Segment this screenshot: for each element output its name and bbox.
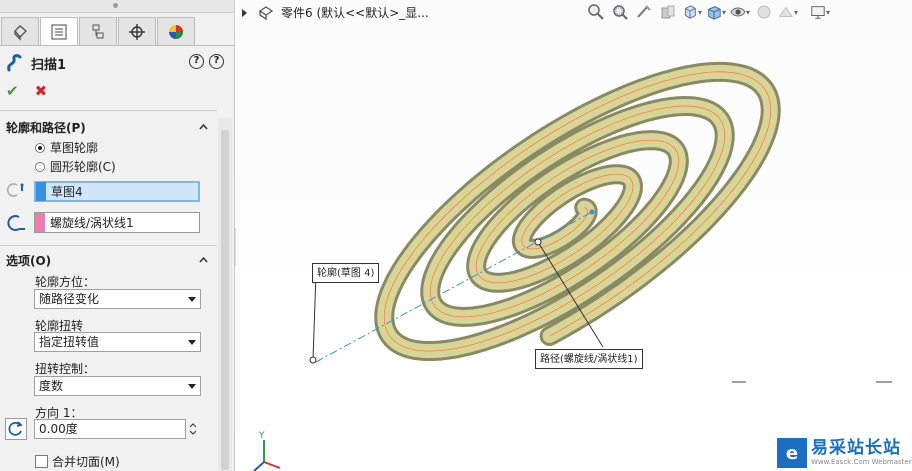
dimxpertmanager-icon	[129, 23, 145, 40]
panel-scrollbar[interactable]	[218, 118, 232, 471]
feature-title: 扫描1	[31, 57, 67, 73]
profile-leader	[312, 272, 317, 361]
cancel-button[interactable]: ✖	[35, 82, 48, 100]
profile-icon	[7, 183, 24, 197]
twist-value: 指定扭转值	[39, 335, 100, 349]
manager-tabs	[1, 17, 196, 46]
feature-header: 扫描1 ? ?	[5, 52, 230, 74]
radio-label: 圆形轮廓(C)	[50, 160, 116, 174]
spin-buttons[interactable]	[187, 419, 199, 439]
profile-path-header[interactable]: 轮廓和路径(P)	[6, 119, 86, 136]
path-color-swatch	[35, 213, 45, 232]
tab-configurationmanager[interactable]	[79, 17, 117, 45]
chevron-down-icon	[188, 340, 196, 345]
merge-label: 合并切面(M)	[52, 455, 120, 469]
triad-y-label: Y	[258, 431, 265, 441]
tab-propertymanager[interactable]	[40, 17, 78, 45]
twist-control-value: 度数	[39, 379, 64, 393]
panel-grip[interactable]	[0, 0, 234, 13]
section-divider	[0, 110, 217, 111]
radio-circular-profile[interactable]: 圆形轮廓(C)	[35, 158, 116, 175]
twist-control-select[interactable]: 度数	[34, 376, 201, 396]
tab-dimxpertmanager[interactable]	[118, 17, 156, 45]
twist-select[interactable]: 指定扭转值	[34, 332, 201, 352]
profile-callout[interactable]: 轮廓(草图 4)	[312, 263, 380, 283]
direction-angle-input[interactable]: 0.00度	[34, 419, 186, 439]
reference-triad	[253, 440, 281, 471]
reverse-direction-button[interactable]	[5, 418, 27, 440]
tab-displaymanager[interactable]	[157, 17, 195, 45]
sweep-icon	[7, 54, 22, 72]
propertymanager-icon	[51, 24, 67, 39]
watermark-logo: e 易采站长站 Www.Easck.Com Webmaster	[777, 438, 912, 468]
profile-selection-box[interactable]: 草图4	[34, 181, 200, 202]
logo-mark: e	[777, 438, 807, 468]
axis-end-point	[589, 209, 595, 215]
profile-value: 草图4	[51, 185, 83, 199]
merge-tangent-checkbox[interactable]: 合并切面(M)	[35, 453, 120, 470]
tab-featuremanager[interactable]	[1, 17, 39, 45]
chevron-down-icon	[188, 297, 196, 302]
profile-color-swatch	[36, 182, 46, 201]
radio-sketch-profile[interactable]: 草图轮廓	[35, 139, 98, 156]
watermark-url: Www.Easck.Com Webmaster	[811, 458, 912, 466]
callout-profile-text: 轮廓(草图 4)	[317, 268, 375, 279]
help-glyph: ?	[213, 55, 220, 66]
path-callout[interactable]: 路径(螺旋线/涡状线1)	[535, 349, 643, 369]
help-glyph: ?	[193, 55, 200, 66]
path-leader-dot	[534, 238, 542, 246]
orientation-label: 轮廓方位：	[35, 275, 96, 289]
profile-leader-dot	[309, 356, 317, 364]
property-manager-panel: 扫描1 ? ? ✔ ✖ 轮廓和路径(P) 草图轮廓 圆形轮廓(C) 草图4 螺旋…	[0, 0, 235, 471]
configurationmanager-icon	[92, 24, 104, 38]
ok-cancel-bar: ✔ ✖	[6, 82, 47, 100]
direction-value: 0.00度	[39, 422, 78, 436]
swept-spiral-model[interactable]: Y	[236, 0, 912, 471]
chevron-down-icon	[188, 384, 196, 389]
watermark-name: 易采站长站	[811, 438, 901, 458]
tabs-divider	[0, 45, 234, 46]
section-divider	[0, 245, 217, 246]
twist-control-label: 扭转控制：	[35, 362, 96, 376]
orientation-value: 随路径变化	[39, 292, 100, 306]
checkbox-box	[35, 455, 48, 468]
options-header[interactable]: 选项(O)	[6, 252, 51, 269]
grip-dot	[113, 3, 118, 8]
displaymanager-icon	[169, 24, 183, 39]
radio-dot	[35, 161, 45, 172]
reverse-direction-icon	[8, 421, 23, 436]
detailed-preview-button[interactable]: ?	[189, 54, 204, 69]
collapse-chevron-icon[interactable]	[199, 255, 208, 264]
collapse-chevron-icon[interactable]	[199, 122, 208, 131]
path-selection-box[interactable]: 螺旋线/涡状线1	[34, 212, 200, 233]
help-button[interactable]: ?	[209, 54, 224, 69]
path-icon	[7, 215, 25, 231]
radio-label: 草图轮廓	[50, 141, 99, 155]
path-value: 螺旋线/涡状线1	[50, 216, 134, 230]
scrollbar-thumb[interactable]	[221, 130, 229, 470]
ok-button[interactable]: ✔	[6, 82, 19, 100]
radio-dot	[35, 142, 45, 153]
orientation-select[interactable]: 随路径变化	[34, 289, 201, 309]
featuremanager-icon	[14, 24, 28, 41]
callout-path-text: 路径(螺旋线/涡状线1)	[540, 354, 638, 365]
